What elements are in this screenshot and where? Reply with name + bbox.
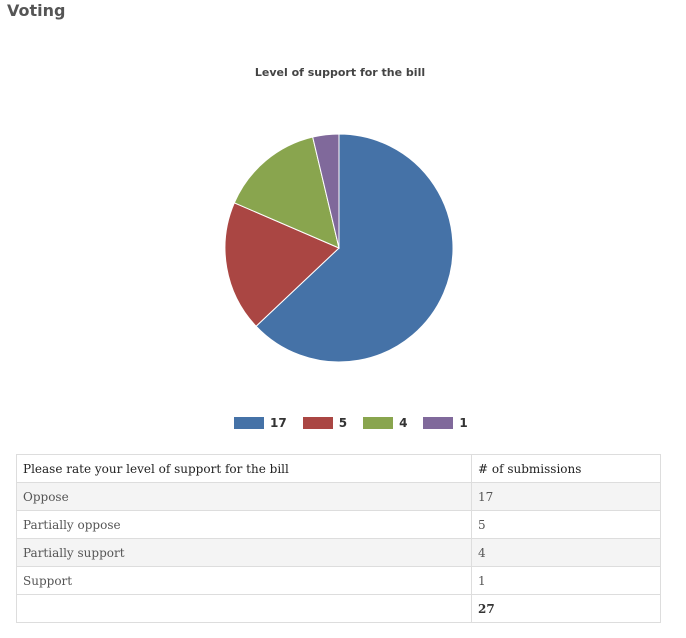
- option-cell: Oppose: [16, 482, 472, 511]
- option-cell: Support: [16, 566, 472, 595]
- legend-swatch: [302, 417, 333, 429]
- legend-label: 4: [399, 416, 408, 430]
- legend-item-partially-oppose[interactable]: 5: [302, 416, 348, 430]
- legend-label: 1: [459, 416, 468, 430]
- count-cell: 5: [471, 510, 661, 539]
- legend-label: 5: [338, 416, 348, 430]
- table-row: Support 1: [16, 566, 661, 595]
- table-row: Oppose 17: [16, 482, 661, 511]
- table-row: Partially oppose 5: [16, 510, 661, 539]
- count-cell: 1: [471, 566, 661, 595]
- table-total-row: 27: [16, 594, 661, 623]
- option-cell: Partially support: [16, 538, 472, 567]
- total-count-cell: 27: [471, 594, 661, 623]
- results-table: Please rate your level of support for th…: [16, 454, 661, 623]
- column-header-question: Please rate your level of support for th…: [16, 454, 472, 483]
- column-header-submissions: # of submissions: [471, 454, 661, 483]
- total-label-cell: [16, 594, 472, 623]
- chart-legend: 17 5 4 1: [234, 416, 484, 430]
- legend-label: 17: [270, 416, 287, 430]
- option-cell: Partially oppose: [16, 510, 472, 539]
- legend-item-partially-support[interactable]: 4: [363, 416, 407, 430]
- legend-item-support[interactable]: 1: [423, 416, 468, 430]
- legend-swatch: [363, 417, 394, 429]
- table-row: Partially support 4: [16, 538, 661, 567]
- legend-item-oppose[interactable]: 17: [234, 416, 287, 430]
- legend-swatch: [423, 417, 454, 429]
- count-cell: 4: [471, 538, 661, 567]
- legend-swatch: [234, 417, 264, 429]
- pie-chart: [224, 133, 454, 363]
- count-cell: 17: [471, 482, 661, 511]
- table-header-row: Please rate your level of support for th…: [16, 454, 661, 483]
